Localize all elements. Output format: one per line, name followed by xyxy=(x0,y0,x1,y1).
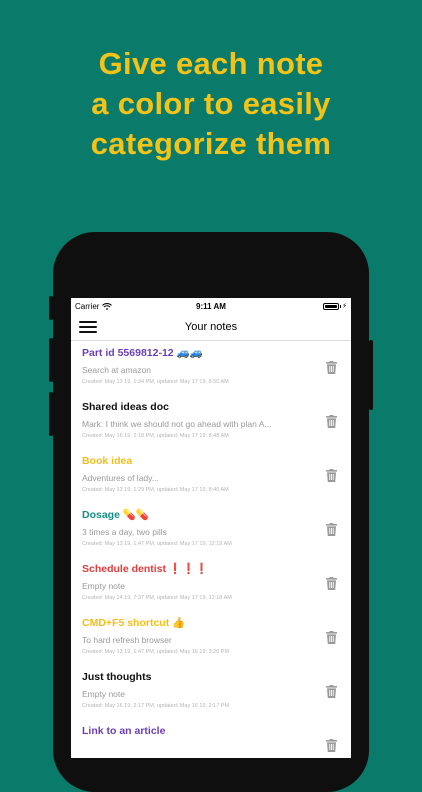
phone-volume-down xyxy=(49,392,53,436)
trash-icon[interactable] xyxy=(326,739,337,752)
page-title: Your notes xyxy=(184,321,238,333)
phone-mute-switch xyxy=(49,296,53,320)
note-item[interactable]: Schedule dentist ❗❗❗ Empty note Created: M… xyxy=(71,557,351,611)
note-preview: To hard refresh browser xyxy=(82,635,172,645)
phone-screen: Carrier 9:11 AM ⚡ Your notes Part id 556… xyxy=(71,298,351,758)
phone-power-button xyxy=(369,340,373,410)
note-title: Book idea xyxy=(82,455,133,467)
status-time: 9:11 AM xyxy=(196,301,226,311)
note-title: Just thoughts xyxy=(82,671,152,683)
headline-line-3: categorize them xyxy=(90,126,332,161)
note-item[interactable]: Dosage 💊💊 3 times a day, two pills Created… xyxy=(71,503,351,557)
trash-icon[interactable] xyxy=(326,415,337,428)
note-item[interactable]: Shared ideas doc Mark: I think we should … xyxy=(71,395,351,449)
note-title: Dosage 💊💊 xyxy=(82,509,149,521)
note-preview: Adventures of lady... xyxy=(82,473,159,483)
note-timestamps: Created: May 13 19, 1:47 PM, updated: Ma… xyxy=(82,649,230,655)
trash-icon[interactable] xyxy=(326,469,337,482)
headline-line-2: a color to easily xyxy=(91,86,331,121)
note-item[interactable]: CMD+F5 shortcut 👍 To hard refresh browser… xyxy=(71,611,351,665)
hamburger-menu-icon[interactable] xyxy=(79,321,97,333)
status-bar: Carrier 9:11 AM ⚡ xyxy=(71,298,351,314)
note-title: Part id 5569812-12 🚙🚙 xyxy=(82,347,203,359)
note-preview: Empty note xyxy=(82,689,125,699)
note-item[interactable]: Just thoughts Empty note Created: May 16 1… xyxy=(71,665,351,719)
note-preview: Mark: I think we should not go ahead wit… xyxy=(82,419,272,429)
nav-bar: Your notes xyxy=(71,314,351,341)
note-title: Schedule dentist ❗❗❗ xyxy=(82,563,209,575)
note-title: Shared ideas doc xyxy=(82,401,169,413)
notes-list: Part id 5569812-12 🚙🚙 Search at amazon Cre… xyxy=(71,341,351,758)
trash-icon[interactable] xyxy=(326,361,337,374)
note-timestamps: Created: May 13 19, 1:29 PM, updated: Ma… xyxy=(82,487,229,493)
note-preview: Empty note xyxy=(82,581,125,591)
trash-icon[interactable] xyxy=(326,685,337,698)
note-preview: Search at amazon xyxy=(82,365,151,375)
trash-icon[interactable] xyxy=(326,523,337,536)
trash-icon[interactable] xyxy=(326,577,337,590)
note-item[interactable]: Link to an article xyxy=(71,719,351,758)
note-timestamps: Created: May 13 19, 1:34 PM, updated: Ma… xyxy=(82,379,229,385)
note-title: Link to an article xyxy=(82,725,166,737)
note-timestamps: Created: May 13 19, 1:47 PM, updated: Ma… xyxy=(82,541,232,547)
trash-icon[interactable] xyxy=(326,631,337,644)
note-timestamps: Created: May 16 19, 2:17 PM, updated: Ma… xyxy=(82,703,230,709)
phone-volume-up xyxy=(49,338,53,382)
note-preview: 3 times a day, two pills xyxy=(82,527,167,537)
note-title: CMD+F5 shortcut 👍 xyxy=(82,617,186,629)
headline-line-1: Give each note xyxy=(98,46,324,81)
note-item[interactable]: Part id 5569812-12 🚙🚙 Search at amazon Cre… xyxy=(71,341,351,395)
note-item[interactable]: Book idea Adventures of lady... Created: M… xyxy=(71,449,351,503)
note-timestamps: Created: May 14 19, 7:37 PM, updated: Ma… xyxy=(82,595,232,601)
note-timestamps: Created: May 16 19, 2:18 PM, updated: Ma… xyxy=(82,433,229,439)
headline: Give each note a color to easily categor… xyxy=(0,44,422,164)
